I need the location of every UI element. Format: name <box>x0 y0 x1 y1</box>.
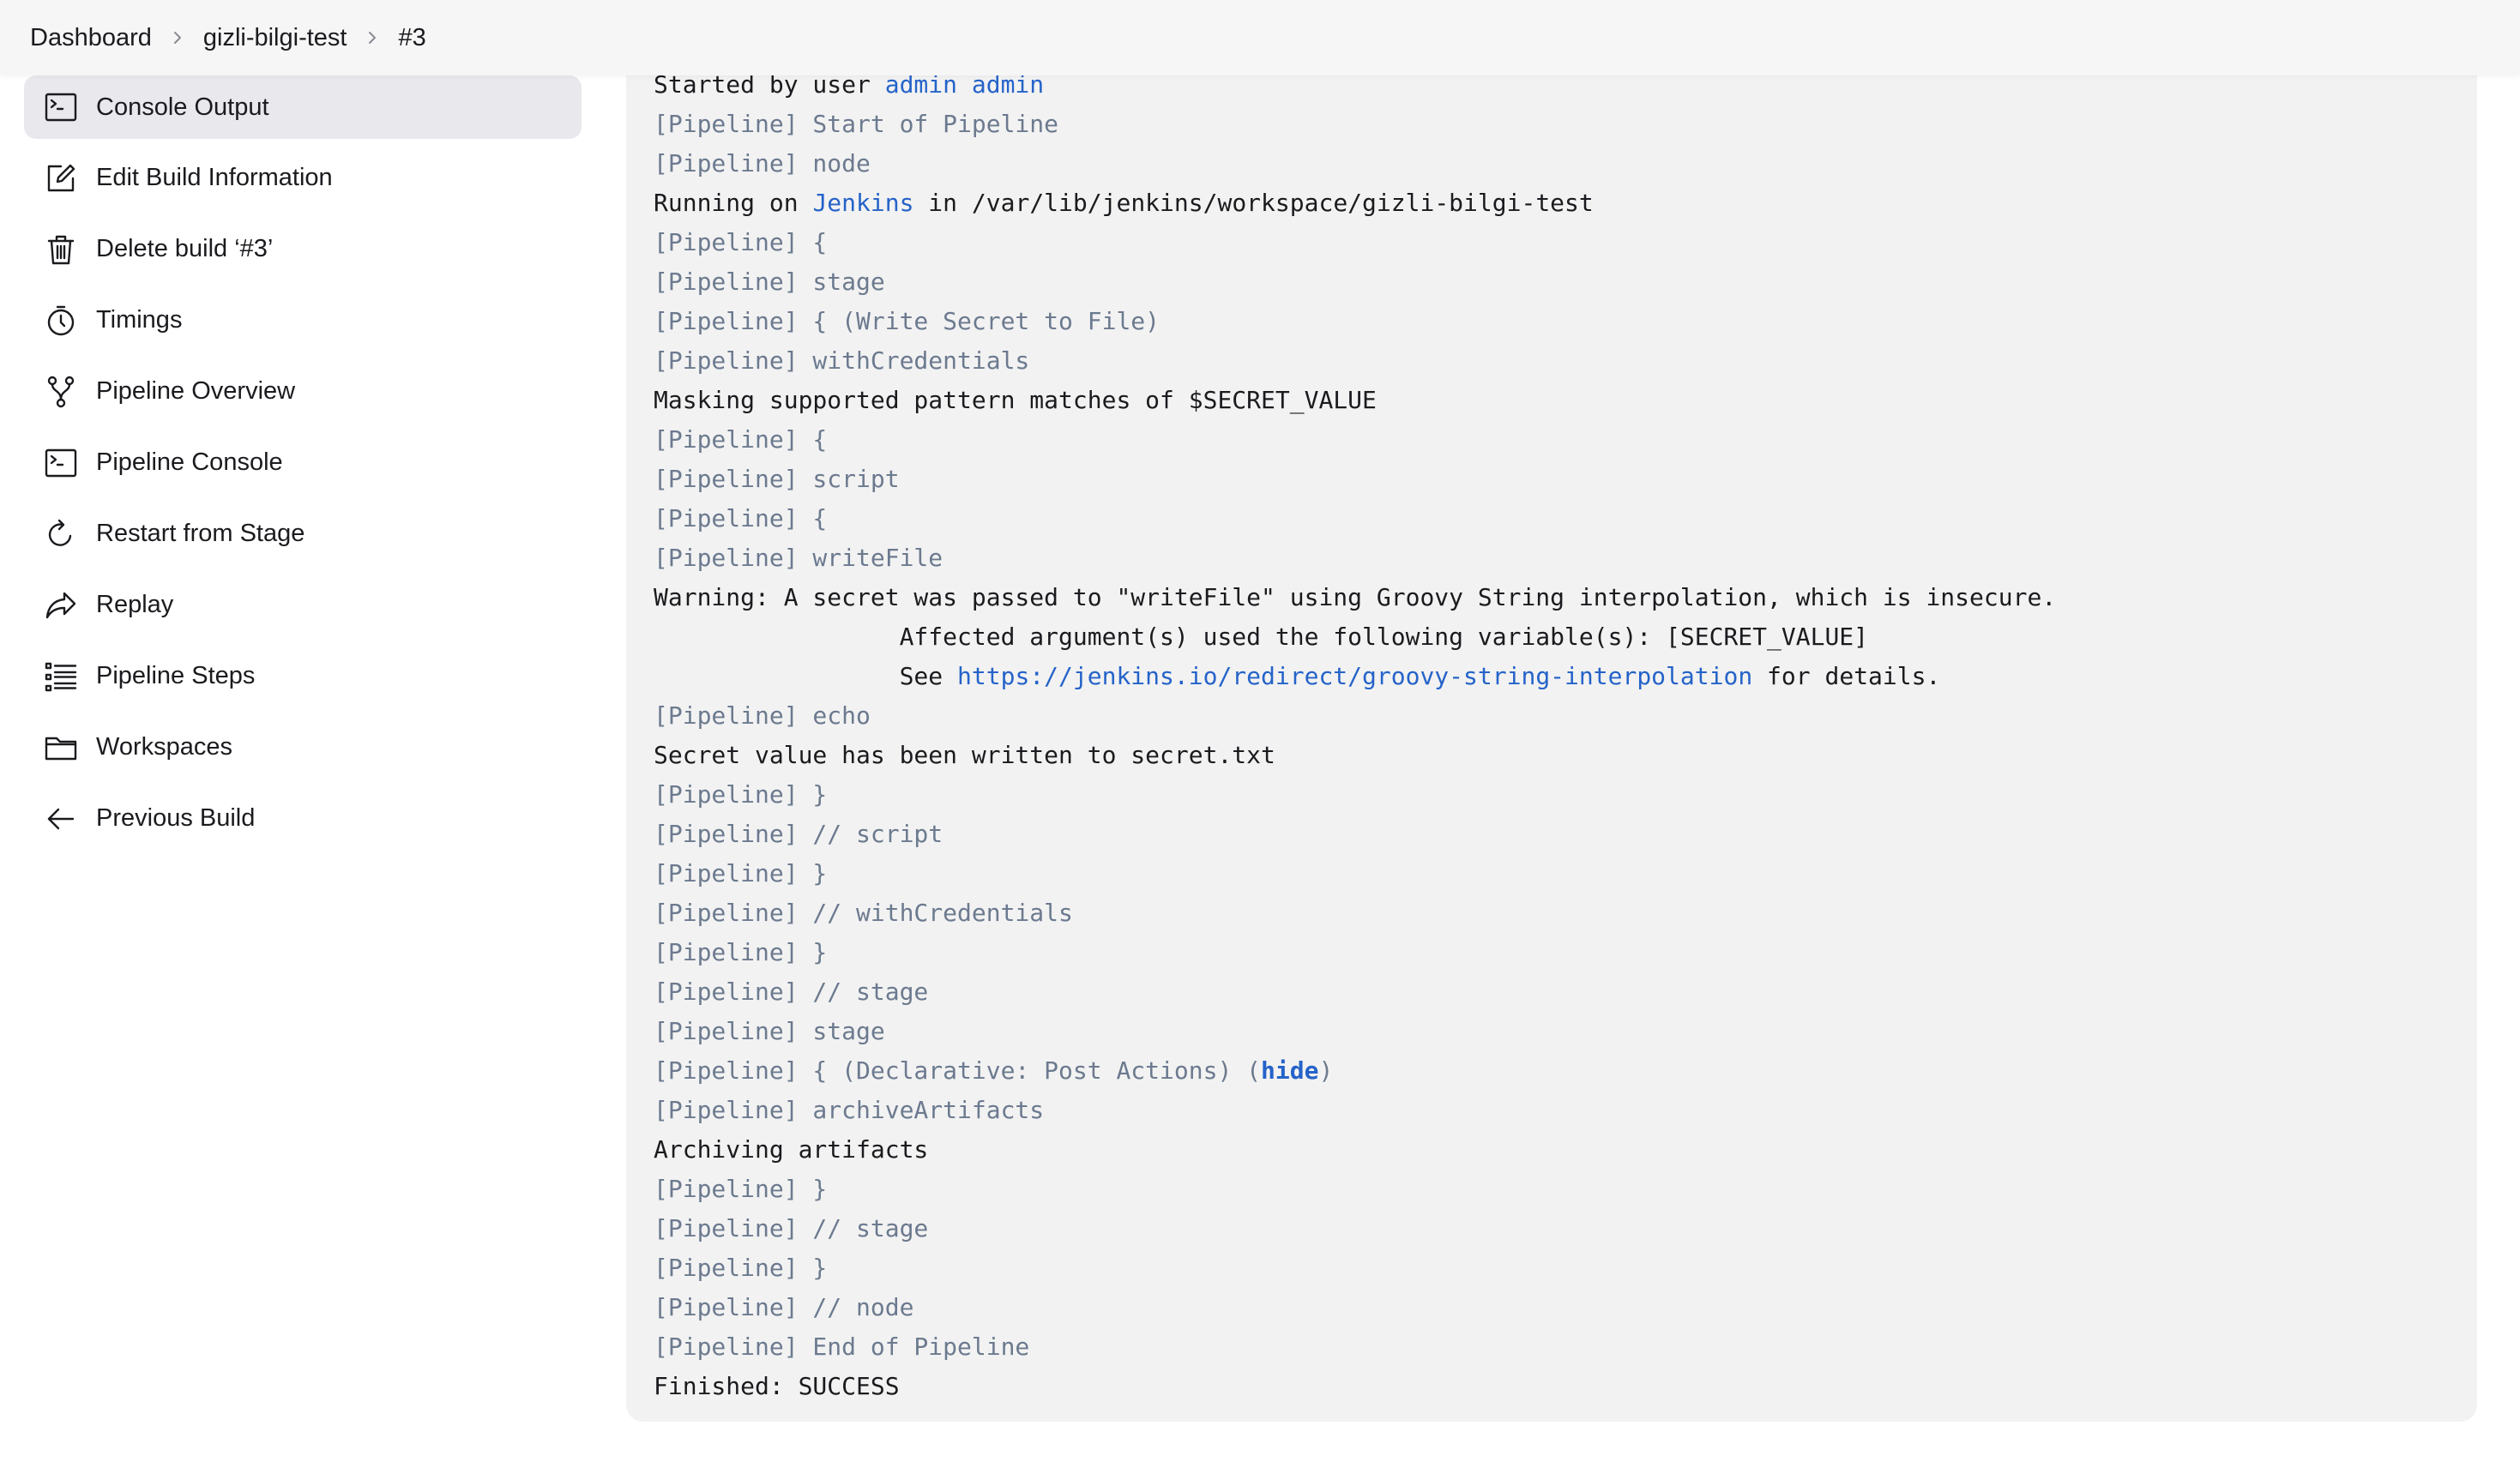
sidebar-item-label: Replay <box>96 591 174 618</box>
console-line: [Pipeline] // node <box>654 1293 914 1321</box>
sidebar-item-console-output[interactable]: Console Output <box>24 75 582 139</box>
console-line: Finished: SUCCESS <box>654 1372 900 1400</box>
console-line: Secret value has been written to secret.… <box>654 741 1275 769</box>
console-line: Running on Jenkins in /var/lib/jenkins/w… <box>654 189 1594 217</box>
console-line: [Pipeline] } <box>654 938 828 966</box>
sidebar-item-label: Workspaces <box>96 733 233 761</box>
console-line: [Pipeline] withCredentials <box>654 346 1030 375</box>
agent-link[interactable]: Jenkins <box>812 189 913 217</box>
refresh-icon <box>43 516 79 552</box>
sidebar-item-label: Previous Build <box>96 804 256 832</box>
sidebar-item-label: Pipeline Console <box>96 448 283 476</box>
console-line: [Pipeline] Start of Pipeline <box>654 110 1059 138</box>
sidebar-item-label: Console Output <box>96 93 269 121</box>
console-line: [Pipeline] End of Pipeline <box>654 1333 1030 1361</box>
branch-icon <box>43 374 79 410</box>
console-line: [Pipeline] // stage <box>654 978 929 1006</box>
console-line: [Pipeline] stage <box>654 1017 885 1045</box>
sidebar-item-label: Pipeline Steps <box>96 662 256 689</box>
stopwatch-icon <box>43 303 79 339</box>
console-line: [Pipeline] } <box>654 1175 828 1203</box>
console-line: [Pipeline] } <box>654 1254 828 1282</box>
console-output: Started by user admin admin [Pipeline] S… <box>626 34 2477 1422</box>
console-line: [Pipeline] // script <box>654 820 943 848</box>
sidebar-item-pipeline-steps[interactable]: Pipeline Steps <box>24 644 582 708</box>
console-line: [Pipeline] // withCredentials <box>654 899 1073 927</box>
console-line: Masking supported pattern matches of $SE… <box>654 386 1377 414</box>
folder-icon <box>43 730 79 766</box>
console-line: [Pipeline] writeFile <box>654 544 943 572</box>
console-line: Archiving artifacts <box>654 1135 929 1164</box>
console-line: [Pipeline] } <box>654 780 828 809</box>
sidebar-item-label: Edit Build Information <box>96 164 333 191</box>
sidebar: Console Output Edit Build Information De… <box>24 75 582 857</box>
console-line: [Pipeline] // stage <box>654 1214 929 1242</box>
console-line: [Pipeline] echo <box>654 701 871 730</box>
share-icon <box>43 587 79 623</box>
terminal-icon <box>43 445 79 481</box>
sidebar-item-timings[interactable]: Timings <box>24 288 582 352</box>
sidebar-item-workspaces[interactable]: Workspaces <box>24 715 582 779</box>
sidebar-item-label: Restart from Stage <box>96 520 305 547</box>
console-line: [Pipeline] stage <box>654 268 885 296</box>
edit-icon <box>43 160 79 196</box>
console-line: See https://jenkins.io/redirect/groovy-s… <box>654 662 1941 690</box>
console-line: [Pipeline] { (Write Secret to File) <box>654 307 1161 335</box>
sidebar-item-pipeline-console[interactable]: Pipeline Console <box>24 430 582 495</box>
terminal-icon <box>43 89 79 125</box>
trash-icon <box>43 232 79 268</box>
console-line: [Pipeline] archiveArtifacts <box>654 1096 1045 1124</box>
chevron-right-icon <box>347 30 398 45</box>
sidebar-item-label: Delete build ‘#3’ <box>96 235 274 262</box>
console-line: [Pipeline] script <box>654 465 900 493</box>
sidebar-item-pipeline-overview[interactable]: Pipeline Overview <box>24 359 582 424</box>
console-line: [Pipeline] { <box>654 504 828 532</box>
breadcrumb-dashboard[interactable]: Dashboard <box>30 24 152 52</box>
sidebar-item-label: Pipeline Overview <box>96 377 296 405</box>
sidebar-item-restart-from-stage[interactable]: Restart from Stage <box>24 502 582 566</box>
console-line: [Pipeline] node <box>654 149 871 177</box>
console-line: [Pipeline] { <box>654 228 828 256</box>
console-line: Affected argument(s) used the following … <box>654 623 1869 651</box>
groovy-interpolation-link[interactable]: https://jenkins.io/redirect/groovy-strin… <box>957 662 1752 690</box>
console-line: [Pipeline] } <box>654 859 828 887</box>
console-line: [Pipeline] { <box>654 425 828 454</box>
sidebar-item-previous-build[interactable]: Previous Build <box>24 786 582 851</box>
sidebar-item-edit-build-information[interactable]: Edit Build Information <box>24 146 582 210</box>
list-icon <box>43 659 79 695</box>
sidebar-item-delete-build[interactable]: Delete build ‘#3’ <box>24 217 582 281</box>
console-line: Warning: A secret was passed to "writeFi… <box>654 583 2057 611</box>
chevron-right-icon <box>152 30 203 45</box>
sidebar-item-label: Timings <box>96 306 183 334</box>
arrow-left-icon <box>43 801 79 837</box>
breadcrumb: Dashboard gizli-bilgi-test #3 <box>0 0 2520 75</box>
sidebar-item-replay[interactable]: Replay <box>24 573 582 637</box>
breadcrumb-job[interactable]: gizli-bilgi-test <box>203 24 347 52</box>
hide-link[interactable]: hide <box>1261 1056 1318 1085</box>
console-line: [Pipeline] { (Declarative: Post Actions)… <box>654 1056 1334 1085</box>
breadcrumb-build[interactable]: #3 <box>398 24 425 52</box>
